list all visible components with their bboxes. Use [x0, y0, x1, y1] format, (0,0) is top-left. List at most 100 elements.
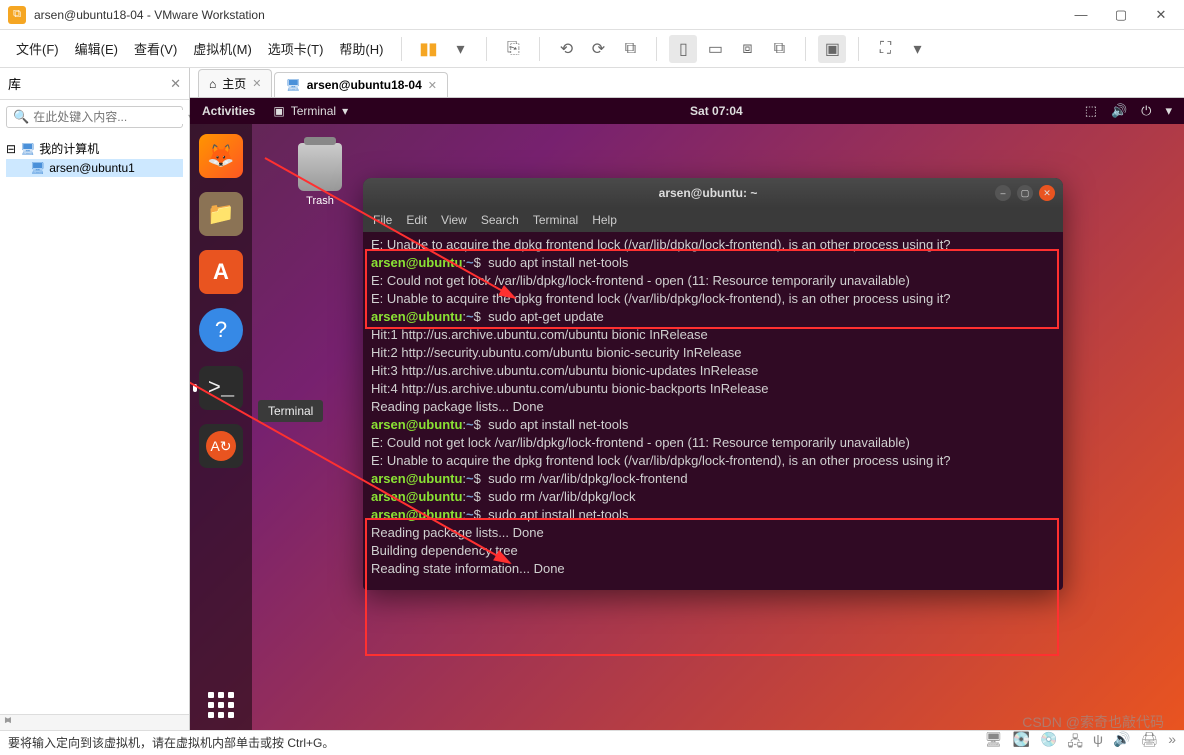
- dock-software[interactable]: A: [199, 250, 243, 294]
- tree-vm-label: arsen@ubuntu1: [49, 161, 135, 175]
- vm-icon: 🖥: [30, 161, 45, 175]
- device-usb-icon[interactable]: ψ: [1093, 731, 1103, 755]
- tree-vm-item[interactable]: 🖥 arsen@ubuntu1: [6, 159, 183, 177]
- menu-edit[interactable]: 编辑(E): [69, 36, 124, 61]
- device-network-icon[interactable]: 🖧: [1067, 731, 1083, 755]
- menu-file[interactable]: 文件(F): [10, 36, 65, 61]
- snapshot-revert-icon[interactable]: ⟳: [584, 35, 612, 63]
- menubar: 文件(F) 编辑(E) 查看(V) 虚拟机(M) 选项卡(T) 帮助(H) ▮▮…: [0, 30, 1184, 68]
- dock-terminal[interactable]: >_: [199, 366, 243, 410]
- dock-help[interactable]: ?: [199, 308, 243, 352]
- power-icon[interactable]: ⏻: [1141, 103, 1151, 119]
- term-menu-file[interactable]: File: [373, 213, 392, 227]
- term-menu-terminal[interactable]: Terminal: [533, 213, 578, 227]
- vmware-logo-icon: ⧉: [8, 6, 26, 24]
- tab-close-icon[interactable]: ✕: [252, 77, 261, 90]
- vm-display[interactable]: Activities ▣ Terminal ▾ Sat 07:04 ⬚ 🔊 ⏻ …: [190, 98, 1184, 730]
- tab-strip: ⌂ 主页 ✕ 🖥 arsen@ubuntu18-04 ✕: [190, 68, 1184, 98]
- collapse-icon: ⊟: [6, 142, 16, 156]
- terminal-panel-icon: ▣: [273, 104, 284, 118]
- library-search[interactable]: 🔍 ▾: [6, 106, 183, 128]
- window-maximize-button[interactable]: ▢: [1106, 7, 1136, 23]
- fullscreen-icon[interactable]: ▣: [818, 35, 846, 63]
- tab-close-icon[interactable]: ✕: [428, 79, 437, 92]
- device-chevron-icon[interactable]: »: [1168, 731, 1176, 755]
- separator: [656, 37, 657, 61]
- menu-vm[interactable]: 虚拟机(M): [187, 36, 258, 61]
- dock-tooltip: Terminal: [258, 400, 323, 422]
- view-console-icon[interactable]: ▭: [701, 35, 729, 63]
- pause-button[interactable]: ▮▮: [414, 35, 442, 63]
- view-single-icon[interactable]: ▯: [669, 35, 697, 63]
- term-menu-search[interactable]: Search: [481, 213, 519, 227]
- play-dropdown-icon[interactable]: ▾: [446, 35, 474, 63]
- window-close-button[interactable]: ✕: [1146, 7, 1176, 23]
- separator: [805, 37, 806, 61]
- chevron-down-icon[interactable]: ▾: [1165, 103, 1172, 119]
- trash-label: Trash: [290, 195, 350, 207]
- device-printer-icon[interactable]: 🖨: [1140, 731, 1158, 755]
- library-title: 库: [8, 74, 21, 93]
- stretch-icon[interactable]: ⛶: [871, 35, 899, 63]
- tree-root-label: 我的计算机: [39, 140, 99, 157]
- window-minimize-button[interactable]: —: [1066, 7, 1096, 23]
- activities-button[interactable]: Activities: [202, 104, 255, 118]
- term-close-button[interactable]: ✕: [1039, 185, 1055, 201]
- separator: [539, 37, 540, 61]
- home-icon: ⌂: [209, 77, 216, 91]
- tree-root[interactable]: ⊟ 🖥 我的计算机: [6, 138, 183, 159]
- tab-home[interactable]: ⌂ 主页 ✕: [198, 69, 272, 97]
- snapshot-take-icon[interactable]: ⟲: [552, 35, 580, 63]
- term-menu-view[interactable]: View: [441, 213, 467, 227]
- device-sound-icon[interactable]: 🔊: [1113, 731, 1130, 755]
- snapshot-icon[interactable]: ⎘: [499, 35, 527, 63]
- panel-clock[interactable]: Sat 07:04: [348, 104, 1085, 118]
- device-monitor-icon[interactable]: 🖥: [985, 731, 1003, 755]
- library-search-input[interactable]: [33, 110, 188, 124]
- volume-icon[interactable]: 🔊: [1111, 103, 1127, 119]
- view-unity-icon[interactable]: ⧈: [733, 35, 761, 63]
- library-panel: 库 ✕ 🔍 ▾ ⊟ 🖥 我的计算机 🖥 arsen@ubuntu1 ◄ ►: [0, 68, 190, 730]
- statusbar: 要将输入定向到该虚拟机，请在虚拟机内部单击或按 Ctrl+G。 🖥 💽 💿 🖧 …: [0, 730, 1184, 754]
- network-icon[interactable]: ⬚: [1085, 103, 1097, 119]
- library-tree: ⊟ 🖥 我的计算机 🖥 arsen@ubuntu1: [0, 134, 189, 714]
- view-thumb-icon[interactable]: ⧉: [765, 35, 793, 63]
- library-close-icon[interactable]: ✕: [170, 76, 181, 92]
- panel-app-menu[interactable]: ▣ Terminal ▾: [273, 104, 348, 118]
- snapshot-manage-icon[interactable]: ⧉: [616, 35, 644, 63]
- device-disk-icon[interactable]: 💽: [1013, 731, 1030, 755]
- device-cd-icon[interactable]: 💿: [1040, 731, 1057, 755]
- terminal-menubar: File Edit View Search Terminal Help: [363, 208, 1063, 232]
- menu-help[interactable]: 帮助(H): [333, 36, 389, 61]
- tab-vm[interactable]: 🖥 arsen@ubuntu18-04 ✕: [274, 72, 448, 97]
- dock-firefox[interactable]: 🦊: [199, 134, 243, 178]
- scroll-track[interactable]: [0, 715, 189, 730]
- hscrollbar[interactable]: ◄ ►: [0, 714, 189, 730]
- trash-icon: [298, 143, 342, 191]
- menu-tabs[interactable]: 选项卡(T): [262, 36, 330, 61]
- menu-view[interactable]: 查看(V): [128, 36, 183, 61]
- tab-home-label: 主页: [222, 75, 246, 92]
- tab-vm-label: arsen@ubuntu18-04: [307, 78, 422, 92]
- term-menu-edit[interactable]: Edit: [406, 213, 427, 227]
- computer-icon: 🖥: [20, 142, 35, 156]
- dock-files[interactable]: 📁: [199, 192, 243, 236]
- term-menu-help[interactable]: Help: [592, 213, 617, 227]
- search-icon: 🔍: [13, 109, 29, 125]
- statusbar-text: 要将输入定向到该虚拟机，请在虚拟机内部单击或按 Ctrl+G。: [8, 734, 985, 751]
- separator: [486, 37, 487, 61]
- terminal-window[interactable]: arsen@ubuntu: ~ – ▢ ✕ File Edit View Sea…: [363, 178, 1063, 590]
- term-max-button[interactable]: ▢: [1017, 185, 1033, 201]
- gnome-top-panel: Activities ▣ Terminal ▾ Sat 07:04 ⬚ 🔊 ⏻ …: [190, 98, 1184, 124]
- dock-apps-button[interactable]: [208, 692, 234, 718]
- separator: [858, 37, 859, 61]
- desktop-trash[interactable]: Trash: [290, 143, 350, 207]
- terminal-titlebar[interactable]: arsen@ubuntu: ~ – ▢ ✕: [363, 178, 1063, 208]
- terminal-output[interactable]: E: Unable to acquire the dpkg frontend l…: [363, 232, 1063, 590]
- window-title: arsen@ubuntu18-04 - VMware Workstation: [34, 8, 1066, 22]
- ubuntu-dock: 🦊 📁 A ? >_ A↻: [190, 124, 252, 730]
- stretch-dropdown-icon[interactable]: ▾: [903, 35, 931, 63]
- vm-tab-icon: 🖥: [285, 78, 300, 92]
- dock-updater[interactable]: A↻: [199, 424, 243, 468]
- term-min-button[interactable]: –: [995, 185, 1011, 201]
